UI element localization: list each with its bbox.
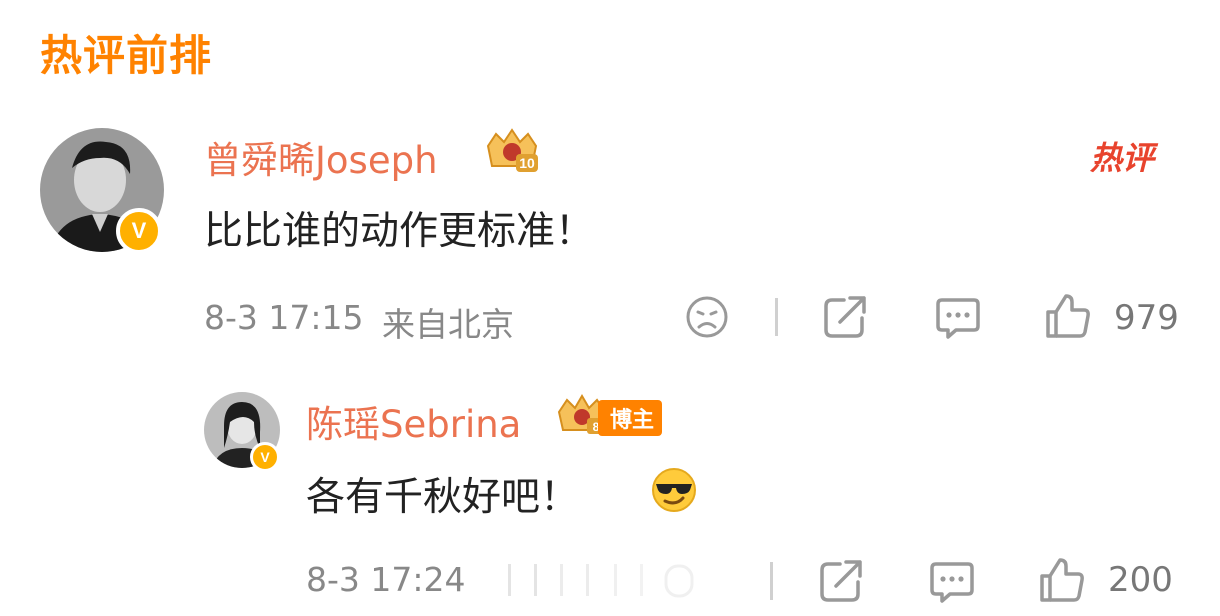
reply-time: 8-3 17:24 xyxy=(306,560,466,599)
blogger-tag: 博主 xyxy=(598,400,663,436)
username[interactable]: 陈瑶Sebrina xyxy=(306,394,521,448)
reply-text: 各有千秋好吧！ xyxy=(306,475,580,520)
comment-time: 8-3 17:15 xyxy=(204,298,364,337)
share-icon[interactable] xyxy=(822,294,870,340)
svg-text:10: 10 xyxy=(519,155,535,171)
comment-icon[interactable] xyxy=(928,558,976,606)
divider xyxy=(770,562,773,600)
faded-placeholder xyxy=(498,560,718,600)
verified-badge: V xyxy=(250,442,280,472)
comment-icon[interactable] xyxy=(934,294,982,342)
share-icon[interactable] xyxy=(818,558,866,604)
like-count: 200 xyxy=(1108,560,1173,600)
sunglasses-emoji xyxy=(650,466,698,514)
username[interactable]: 曾舜晞Joseph xyxy=(204,130,438,184)
comment-item: V 曾舜晞Joseph 10 热评 比比谁的动作更标准！ 8-3 17:15 来… xyxy=(0,100,1220,360)
sad-face-icon[interactable] xyxy=(684,294,730,340)
thumbs-up-icon[interactable] xyxy=(1038,556,1086,604)
like-count: 979 xyxy=(1114,298,1179,338)
hot-comment-tag: 热评 xyxy=(1090,139,1155,177)
verified-badge: V xyxy=(116,208,162,254)
thumbs-up-icon[interactable] xyxy=(1044,292,1092,340)
divider xyxy=(775,298,778,336)
comment-location: 来自北京 xyxy=(382,305,514,344)
comment-text: 比比谁的动作更标准！ xyxy=(204,209,595,254)
section-title: 热评前排 xyxy=(40,31,213,80)
level-crown-icon: 10 xyxy=(482,126,542,176)
